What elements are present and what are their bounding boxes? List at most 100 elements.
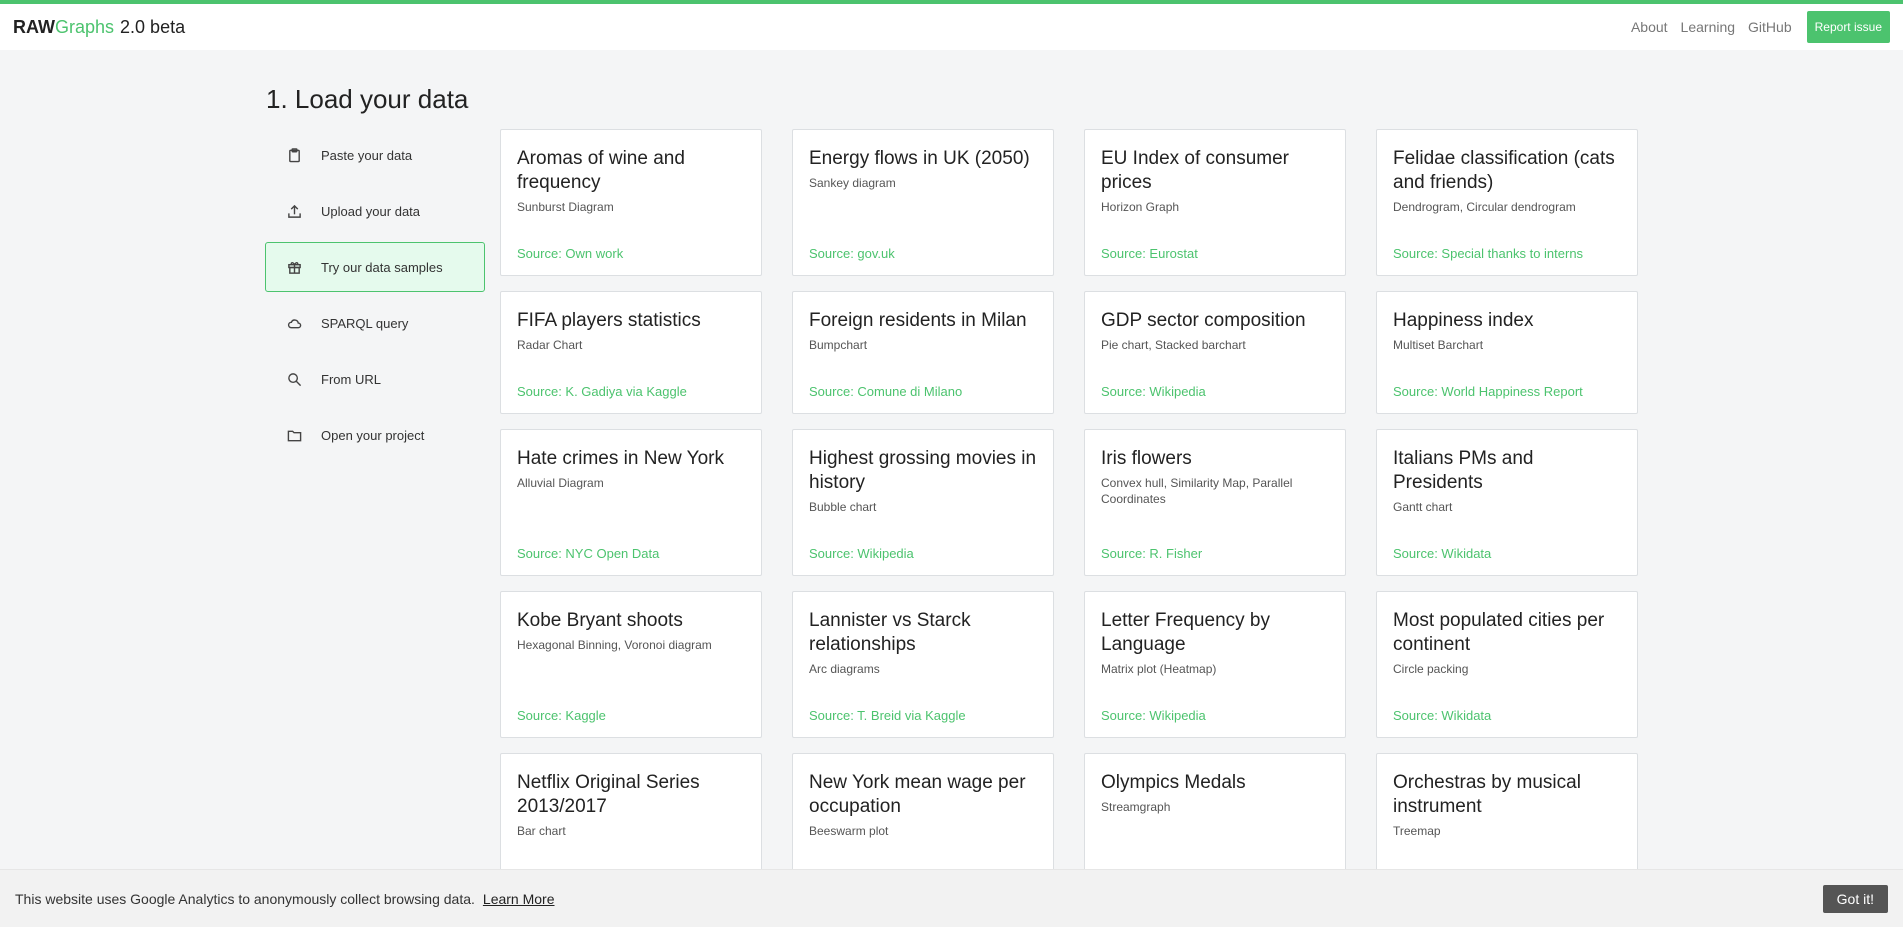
sample-card[interactable]: Aromas of wine and frequency Sunburst Di… [500, 129, 762, 276]
data-samples-grid: Aromas of wine and frequency Sunburst Di… [500, 129, 1638, 900]
sample-card[interactable]: Happiness index Multiset Barchart Source… [1376, 291, 1638, 414]
sample-card[interactable]: Letter Frequency by Language Matrix plot… [1084, 591, 1346, 738]
upload-icon [286, 203, 302, 219]
sample-card[interactable]: Most populated cities per continent Circ… [1376, 591, 1638, 738]
sample-card[interactable]: Highest grossing movies in history Bubbl… [792, 429, 1054, 576]
sidebar-item-sparql[interactable]: SPARQL query [265, 298, 485, 348]
sample-charts: Beeswarm plot [809, 824, 889, 838]
sample-charts: Arc diagrams [809, 662, 880, 676]
sample-title: Lannister vs Starck relationships [809, 610, 971, 655]
sample-title: Felidae classification (cats and friends… [1393, 148, 1615, 193]
sample-title: GDP sector composition [1101, 310, 1306, 331]
sample-charts: Bubble chart [809, 500, 877, 514]
nav-github-link[interactable]: GitHub [1748, 19, 1792, 35]
sidebar-item-label: Open your project [321, 427, 425, 443]
got-it-button[interactable]: Got it! [1822, 884, 1888, 913]
sidebar-item-samples[interactable]: Try our data samples [265, 242, 485, 292]
sample-charts: Convex hull, Similarity Map, Parallel Co… [1101, 476, 1293, 506]
sample-source: Source: R. Fisher [1101, 546, 1203, 561]
sample-charts: Horizon Graph [1101, 200, 1180, 214]
sample-source: Source: Wikipedia [1101, 384, 1206, 399]
brand-graphs: Graphs [55, 16, 115, 37]
sample-charts: Circle packing [1393, 662, 1469, 676]
sample-source: Source: Wikidata [1393, 708, 1492, 723]
sample-charts: Sankey diagram [809, 176, 896, 190]
sidebar-item-project[interactable]: Open your project [265, 410, 485, 460]
sample-title: Letter Frequency by Language [1101, 610, 1270, 655]
sample-source: Source: Wikidata [1393, 546, 1492, 561]
brand-raw: RAW [13, 16, 55, 37]
sample-title: New York mean wage per occupation [809, 772, 1026, 817]
sample-card[interactable]: FIFA players statistics Radar Chart Sour… [500, 291, 762, 414]
sample-charts: Gantt chart [1393, 500, 1453, 514]
sample-card[interactable]: Hate crimes in New York Alluvial Diagram… [500, 429, 762, 576]
sample-charts: Treemap [1393, 824, 1441, 838]
sample-title: Italians PMs and Presidents [1393, 448, 1534, 493]
sample-card[interactable]: Foreign residents in Milan Bumpchart Sou… [792, 291, 1054, 414]
sample-card[interactable]: GDP sector composition Pie chart, Stacke… [1084, 291, 1346, 414]
sample-source: Source: Own work [517, 246, 624, 261]
sample-title: Energy flows in UK (2050) [809, 148, 1030, 169]
navbar: RAW Graphs 2.0 beta About Learning GitHub … [0, 4, 1903, 50]
folder-icon [286, 427, 302, 443]
search-icon [286, 371, 302, 387]
sidebar-item-label: Paste your data [321, 147, 413, 163]
sample-source: Source: Wikipedia [1101, 708, 1206, 723]
cookie-text: This website uses Google Analytics to an… [15, 890, 475, 907]
cookie-banner: This website uses Google Analytics to an… [0, 869, 1903, 927]
sample-title: Hate crimes in New York [517, 448, 724, 469]
page-title: 1. Load your data [266, 84, 469, 114]
sample-source: Source: Eurostat [1101, 246, 1198, 261]
sample-source: Source: Special thanks to interns [1393, 246, 1584, 261]
sidebar-item-url[interactable]: From URL [265, 354, 485, 404]
sample-title: Highest grossing movies in history [809, 448, 1037, 493]
load-data-sidebar: Paste your data Upload your data Try our… [265, 130, 485, 466]
sample-source: Source: NYC Open Data [517, 546, 660, 561]
sample-source: Source: World Happiness Report [1393, 384, 1583, 399]
clipboard-icon [286, 147, 302, 163]
sample-charts: Bar chart [517, 824, 566, 838]
sample-title: EU Index of consumer prices [1101, 148, 1289, 193]
sample-title: FIFA players statistics [517, 310, 701, 331]
sample-card[interactable]: Felidae classification (cats and friends… [1376, 129, 1638, 276]
sample-charts: Radar Chart [517, 338, 583, 352]
sample-card[interactable]: Italians PMs and Presidents Gantt chart … [1376, 429, 1638, 576]
cloud-icon [286, 315, 302, 331]
learn-more-link[interactable]: Learn More [483, 891, 555, 907]
sample-charts: Hexagonal Binning, Voronoi diagram [517, 638, 712, 652]
sample-charts: Alluvial Diagram [517, 476, 604, 490]
sample-card[interactable]: EU Index of consumer prices Horizon Grap… [1084, 129, 1346, 276]
sample-title: Most populated cities per continent [1393, 610, 1605, 655]
sample-card[interactable]: Energy flows in UK (2050) Sankey diagram… [792, 129, 1054, 276]
brand-version: 2.0 beta [120, 16, 186, 37]
sample-source: Source: Kaggle [517, 708, 606, 723]
gift-icon [286, 259, 302, 275]
sample-source: Source: Wikipedia [809, 546, 914, 561]
sample-card[interactable]: Kobe Bryant shoots Hexagonal Binning, Vo… [500, 591, 762, 738]
sample-source: Source: T. Breid via Kaggle [809, 708, 966, 723]
brand-logo[interactable]: RAW Graphs 2.0 beta [13, 17, 185, 38]
sample-card[interactable]: Lannister vs Starck relationships Arc di… [792, 591, 1054, 738]
sample-source: Source: K. Gadiya via Kaggle [517, 384, 687, 399]
sample-title: Aromas of wine and frequency [517, 148, 685, 193]
nav-learning-link[interactable]: Learning [1681, 19, 1736, 35]
sample-title: Kobe Bryant shoots [517, 610, 683, 631]
sample-charts: Matrix plot (Heatmap) [1101, 662, 1217, 676]
sidebar-item-paste[interactable]: Paste your data [265, 130, 485, 180]
sidebar-item-label: Try our data samples [321, 259, 443, 275]
sample-title: Foreign residents in Milan [809, 310, 1027, 331]
sidebar-item-label: From URL [321, 371, 381, 387]
sample-card[interactable]: Iris flowers Convex hull, Similarity Map… [1084, 429, 1346, 576]
sample-title: Orchestras by musical instrument [1393, 772, 1581, 817]
sample-title: Happiness index [1393, 310, 1534, 331]
sidebar-item-upload[interactable]: Upload your data [265, 186, 485, 236]
sample-source: Source: Comune di Milano [809, 384, 963, 399]
report-issue-button[interactable]: Report issue [1806, 11, 1890, 43]
sample-source: Source: gov.uk [809, 246, 895, 261]
sample-charts: Dendrogram, Circular dendrogram [1393, 200, 1576, 214]
sample-charts: Multiset Barchart [1393, 338, 1484, 352]
nav-about-link[interactable]: About [1631, 19, 1668, 35]
sample-title: Olympics Medals [1101, 772, 1246, 793]
sidebar-item-label: SPARQL query [321, 315, 409, 331]
sidebar-item-label: Upload your data [321, 203, 421, 219]
